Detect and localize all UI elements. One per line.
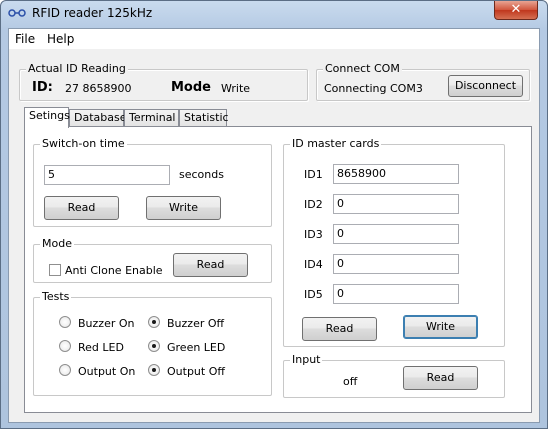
app-window: RFID reader 125kHz ✕ File Help Actual ID…: [0, 0, 548, 429]
radio-output-off[interactable]: [148, 364, 160, 376]
radio-buzzer-on-label: Buzzer On: [78, 317, 135, 330]
rfid-app-icon: [8, 9, 26, 17]
settings-tab-page: Switch-on time 5 seconds Read Write Mode…: [24, 126, 532, 413]
id4-label: ID4: [304, 258, 323, 271]
id3-input[interactable]: 0: [333, 224, 459, 244]
mode-value: Write: [221, 82, 251, 95]
input-state: off: [343, 375, 358, 388]
mode-group: Mode Anti Clone Enable Read: [33, 237, 272, 283]
radio-buzzer-off[interactable]: [148, 316, 160, 328]
close-icon: ✕: [510, 2, 522, 17]
window-title: RFID reader 125kHz: [32, 6, 153, 20]
connect-com-group-title: Connect COM: [323, 62, 402, 75]
input-group: Input off Read: [283, 353, 505, 398]
id5-input[interactable]: 0: [333, 284, 459, 304]
tab-terminal[interactable]: Terminal: [124, 109, 179, 127]
id1-input[interactable]: 8658900: [333, 164, 459, 184]
seconds-label: seconds: [179, 168, 224, 181]
radio-output-on[interactable]: [59, 364, 71, 376]
id-label: ID:: [32, 80, 53, 95]
id-value: 27 8658900: [65, 82, 132, 95]
disconnect-button[interactable]: Disconnect: [448, 75, 523, 97]
connect-com-group: Connect COM Connecting COM3 Disconnect: [316, 62, 530, 101]
id-master-cards-group: ID master cards ID1 8658900 ID2 0 ID3 0 …: [283, 137, 505, 347]
connection-status: Connecting COM3: [324, 82, 423, 95]
id5-label: ID5: [304, 288, 323, 301]
mode-group-title: Mode: [40, 237, 74, 250]
title-bar[interactable]: RFID reader 125kHz ✕: [1, 1, 547, 27]
close-button[interactable]: ✕: [494, 1, 538, 20]
id-master-cards-title: ID master cards: [290, 137, 382, 150]
actual-id-group: Actual ID Reading ID: 27 8658900 Mode Wr…: [19, 62, 308, 101]
anti-clone-label: Anti Clone Enable: [65, 264, 163, 277]
id3-label: ID3: [304, 228, 323, 241]
radio-green-led[interactable]: [148, 340, 160, 352]
id1-label: ID1: [304, 168, 323, 181]
radio-buzzer-on[interactable]: [59, 316, 71, 328]
tests-group-title: Tests: [40, 290, 72, 303]
tab-database[interactable]: Database: [69, 109, 127, 127]
radio-red-led[interactable]: [59, 340, 71, 352]
id2-label: ID2: [304, 198, 323, 211]
id4-input[interactable]: 0: [333, 254, 459, 274]
radio-buzzer-off-label: Buzzer Off: [167, 317, 225, 330]
radio-output-off-label: Output Off: [167, 365, 225, 378]
mode-label: Mode: [171, 80, 211, 95]
tab-setings[interactable]: Setings: [24, 107, 70, 128]
switch-on-time-input[interactable]: 5: [44, 165, 170, 185]
switch-on-time-group: Switch-on time 5 seconds Read Write: [33, 137, 272, 227]
radio-output-on-label: Output On: [78, 365, 136, 378]
radio-green-led-label: Green LED: [167, 341, 226, 354]
master-cards-write-button[interactable]: Write: [403, 315, 478, 339]
menu-help[interactable]: Help: [47, 32, 74, 46]
id2-input[interactable]: 0: [333, 194, 459, 214]
tests-group: Tests Buzzer On Buzzer Off Red LED Green…: [33, 290, 272, 396]
anti-clone-checkbox[interactable]: [49, 264, 61, 276]
switch-on-time-title: Switch-on time: [40, 137, 127, 150]
mode-read-button[interactable]: Read: [173, 253, 248, 277]
tab-statistic[interactable]: Statistic: [179, 109, 229, 127]
switch-on-read-button[interactable]: Read: [44, 196, 119, 220]
actual-id-group-title: Actual ID Reading: [26, 62, 128, 75]
master-cards-read-button[interactable]: Read: [302, 317, 377, 341]
radio-red-led-label: Red LED: [78, 341, 124, 354]
client-area: File Help Actual ID Reading ID: 27 86589…: [8, 28, 540, 423]
input-read-button[interactable]: Read: [403, 366, 478, 390]
menu-bar: File Help: [9, 29, 539, 49]
menu-file[interactable]: File: [15, 32, 35, 46]
switch-on-write-button[interactable]: Write: [146, 196, 221, 220]
input-group-title: Input: [290, 353, 323, 366]
